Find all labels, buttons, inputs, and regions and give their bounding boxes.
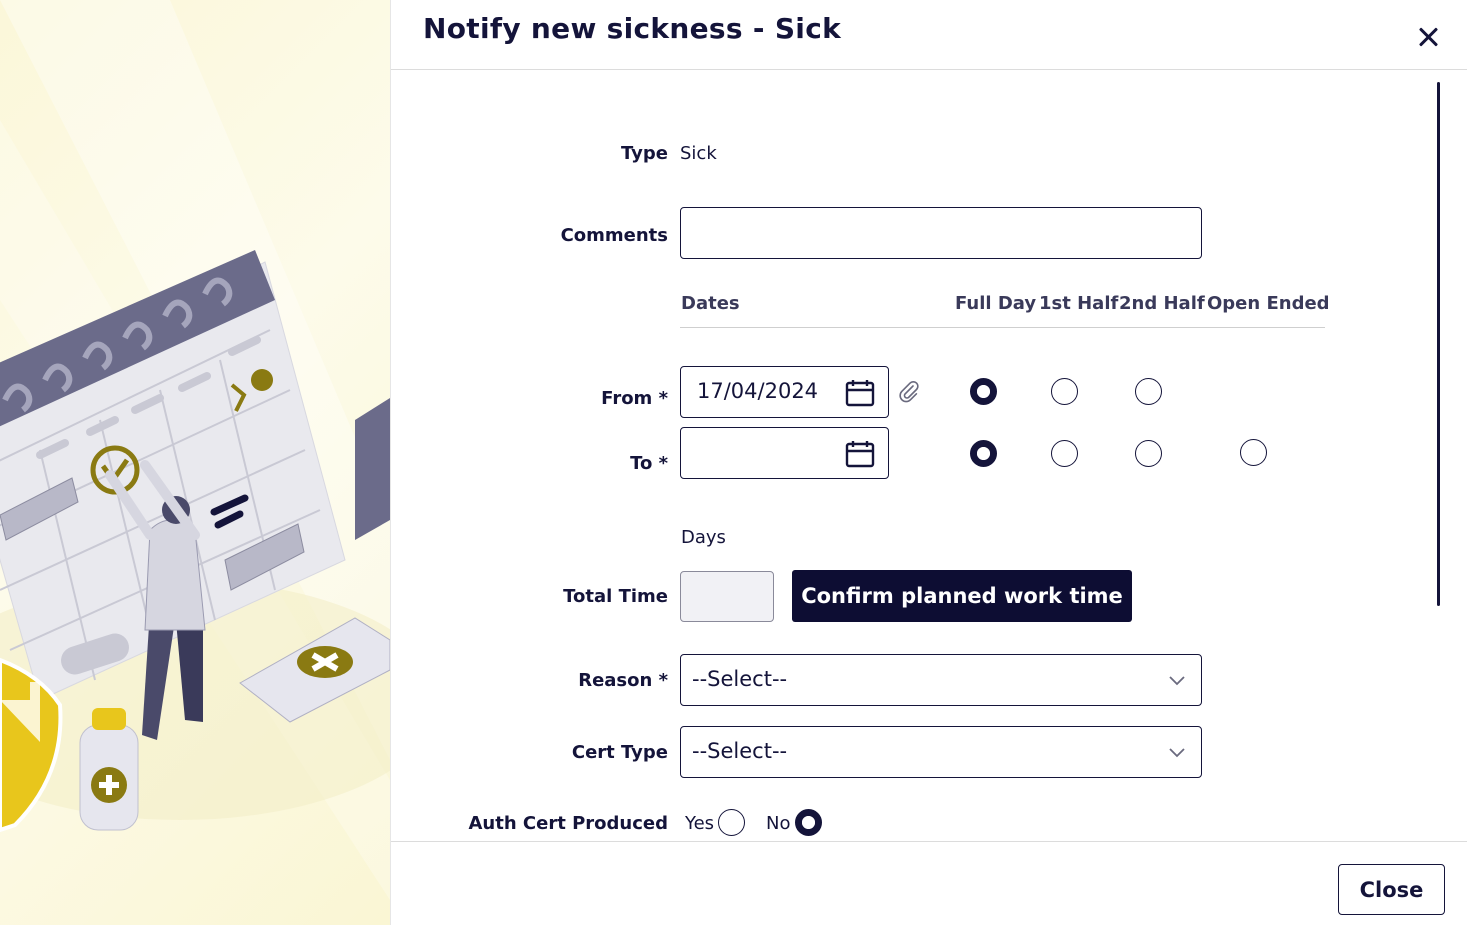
auth-cert-yes-radio[interactable]	[718, 809, 745, 836]
cert-type-selected-value: --Select--	[692, 739, 788, 763]
dialog-header: Notify new sickness - Sick	[391, 0, 1467, 70]
calendar-icon[interactable]	[845, 379, 875, 407]
second-half-column-header: 2nd Half	[1119, 293, 1205, 314]
sickness-illustration	[0, 0, 390, 925]
from-date-input[interactable]: 17/04/2024	[680, 366, 889, 418]
chevron-down-icon	[1169, 748, 1185, 758]
total-time-label: Total Time	[563, 586, 668, 607]
auth-cert-produced-label: Auth Cert Produced	[468, 813, 669, 834]
dates-column-header: Dates	[681, 293, 740, 314]
reason-label: Reason *	[578, 670, 668, 691]
close-icon[interactable]	[1415, 24, 1441, 50]
open-ended-column-header: Open Ended	[1207, 293, 1330, 314]
confirm-planned-work-time-button[interactable]: Confirm planned work time	[792, 570, 1132, 622]
auth-cert-no-radio[interactable]	[795, 809, 822, 836]
total-time-field	[680, 571, 774, 622]
scrollbar[interactable]	[1437, 82, 1440, 606]
dialog-title: Notify new sickness - Sick	[423, 12, 842, 45]
notify-sickness-dialog: Notify new sickness - Sick Type Sick Com…	[390, 0, 1467, 925]
dialog-footer: Close	[391, 841, 1467, 925]
comments-input[interactable]	[680, 207, 1202, 259]
calendar-icon[interactable]	[845, 440, 875, 468]
to-second-half-radio[interactable]	[1135, 440, 1162, 467]
from-label: From *	[601, 388, 668, 409]
type-value: Sick	[680, 143, 717, 164]
to-first-half-radio[interactable]	[1051, 440, 1078, 467]
calendar-illustration	[0, 0, 390, 900]
chevron-down-icon	[1169, 676, 1185, 686]
reason-selected-value: --Select--	[692, 667, 788, 691]
reason-select[interactable]: --Select--	[680, 654, 1202, 706]
column-divider	[680, 327, 1325, 328]
from-second-half-radio[interactable]	[1135, 378, 1162, 405]
from-date-value: 17/04/2024	[697, 379, 819, 403]
days-unit-label: Days	[681, 527, 726, 548]
comments-label: Comments	[560, 225, 668, 246]
from-first-half-radio[interactable]	[1051, 378, 1078, 405]
to-open-ended-radio[interactable]	[1240, 439, 1267, 466]
from-full-day-radio[interactable]	[970, 378, 997, 405]
auth-cert-yes-label: Yes	[685, 813, 715, 834]
full-day-column-header: Full Day	[955, 293, 1037, 314]
cert-type-label: Cert Type	[571, 742, 668, 763]
cert-type-select[interactable]: --Select--	[680, 726, 1202, 778]
page: Notify new sickness - Sick Type Sick Com…	[0, 0, 1467, 925]
to-date-input[interactable]	[680, 427, 889, 479]
to-label: To *	[630, 453, 668, 474]
auth-cert-no-label: No	[766, 813, 791, 834]
paperclip-icon[interactable]	[897, 380, 921, 404]
first-half-column-header: 1st Half	[1039, 293, 1119, 314]
type-label: Type	[621, 143, 668, 164]
to-full-day-radio[interactable]	[970, 440, 997, 467]
close-button[interactable]: Close	[1338, 864, 1445, 915]
